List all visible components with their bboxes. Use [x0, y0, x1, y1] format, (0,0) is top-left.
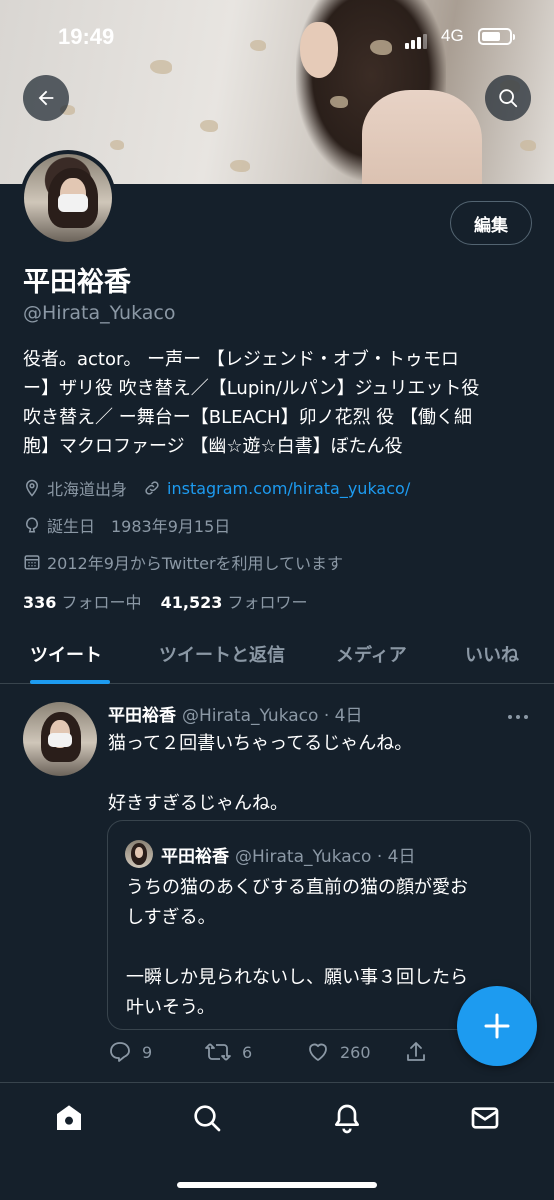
like-button[interactable]: 260 [306, 1040, 371, 1064]
nav-search-icon [194, 1105, 221, 1132]
follow-stats: 336 フォロー中 41,523 フォロワー [23, 589, 307, 613]
nav-search-button[interactable] [190, 1101, 224, 1135]
quoted-tweet-header: 平田裕香 @Hirata_Yukaco · 4日 [161, 842, 415, 867]
following-link[interactable]: 336 フォロー中 [23, 593, 142, 612]
tweet-text-line: 好きすぎるじゃんね。 [108, 793, 288, 814]
status-time: 19:49 [58, 24, 115, 49]
bio-line: 胞】マクロファージ 【幽☆遊☆白書】ぼたん役 [23, 436, 403, 457]
retweet-count: 6 [242, 1042, 253, 1062]
compose-plus-icon [484, 1013, 510, 1039]
followers-link[interactable]: 41,523 フォロワー [161, 593, 308, 612]
following-count: 336 [23, 593, 57, 612]
like-icon [309, 1043, 327, 1061]
location-icon [25, 479, 39, 497]
profile-meta-location-link: 北海道出身 instagram.com/hirata_yukaco/ [23, 476, 410, 500]
reply-icon [110, 1042, 130, 1062]
quoted-tweet-avatar [125, 840, 153, 868]
bio-line: ー】ザリ役 吹き替え／【Lupin/ルパン】ジュリエット役 [23, 378, 480, 399]
calendar-icon [24, 555, 40, 570]
tweet-author-name[interactable]: 平田裕香 [108, 706, 176, 726]
edit-profile-button[interactable]: 編集 [450, 201, 532, 245]
bio-line: 吹き替え／ ー舞台ー【BLEACH】卯ノ花烈 役 【働く細 [23, 407, 473, 428]
search-icon [499, 89, 518, 108]
tweet-header: 平田裕香 @Hirata_Yukaco · 4日 [108, 701, 362, 726]
profile-handle: @Hirata_Yukaco [23, 302, 176, 324]
nav-home-button[interactable] [52, 1101, 86, 1135]
back-button[interactable] [23, 75, 69, 121]
profile-name: 平田裕香 [23, 267, 131, 298]
nav-messages-button[interactable] [468, 1101, 502, 1135]
link-icon [145, 481, 159, 495]
bio-line: 役者。actor。 ー声ー 【レジェンド・オブ・トゥモロ [23, 349, 459, 370]
share-button[interactable] [404, 1040, 438, 1064]
profile-joined-row: 2012年9月からTwitterを利用しています [23, 550, 343, 574]
profile-birthday-row: 誕生日 1983年9月15日 [23, 513, 230, 537]
network-type: 4G [441, 26, 464, 45]
like-count: 260 [340, 1042, 371, 1062]
tab-likes[interactable]: いいね [465, 641, 519, 667]
quoted-author-handle-time: @Hirata_Yukaco · 4日 [235, 847, 416, 867]
home-icon [57, 1105, 81, 1130]
tweet-avatar[interactable] [23, 702, 97, 776]
profile-location: 北海道出身 [47, 480, 128, 499]
more-icon [508, 715, 528, 719]
following-label: フォロー中 [61, 593, 142, 612]
reply-count: 9 [142, 1042, 153, 1062]
home-indicator [177, 1182, 377, 1188]
retweet-icon [205, 1043, 231, 1061]
tweet-more-button[interactable] [507, 707, 529, 726]
profile-website-link[interactable]: instagram.com/hirata_yukaco/ [167, 479, 410, 498]
tab-tweets[interactable]: ツイート [30, 641, 102, 667]
nav-notifications-button[interactable] [330, 1101, 364, 1135]
status-bar: 19:49 4G [0, 0, 554, 70]
quoted-text-line: しすぎる。 [126, 907, 216, 928]
tweet-author-handle-time: @Hirata_Yukaco · 4日 [182, 706, 363, 726]
tweet-text-line: 猫って２回書いちゃってるじゃんね。 [108, 733, 413, 754]
reply-button[interactable]: 9 [108, 1040, 152, 1064]
tab-tweets-and-replies[interactable]: ツイートと返信 [159, 641, 285, 667]
search-button[interactable] [485, 75, 531, 121]
messages-icon [471, 1107, 499, 1129]
share-icon [407, 1042, 425, 1061]
compose-tweet-button[interactable] [457, 986, 537, 1066]
back-arrow-icon [38, 90, 54, 106]
quoted-tweet-text: うちの猫のあくびする直前の猫の顔が愛お しすぎる。 一瞬しか見られないし、願い事… [126, 873, 518, 1023]
tweet-text: 猫って２回書いちゃってるじゃんね。 好きすぎるじゃんね。 [108, 729, 528, 819]
profile-tabs: ツイート ツイートと返信 メディア いいね [0, 628, 554, 684]
quoted-text-line: うちの猫のあくびする直前の猫の顔が愛お [126, 877, 468, 898]
battery-icon [478, 28, 515, 45]
birthday-icon [25, 517, 39, 533]
notifications-icon [335, 1104, 359, 1134]
profile-avatar[interactable] [20, 150, 116, 246]
quoted-author-name: 平田裕香 [161, 847, 229, 867]
tab-media[interactable]: メディア [336, 641, 407, 667]
profile-joined-date: 2012年9月からTwitterを利用しています [47, 554, 344, 573]
active-tab-indicator [30, 680, 110, 684]
profile-birthday: 誕生日 1983年9月15日 [47, 517, 231, 536]
signal-icon [405, 30, 429, 49]
followers-label: フォロワー [227, 593, 308, 612]
quoted-text-line: 一瞬しか見られないし、願い事３回したら [126, 967, 468, 988]
retweet-button[interactable]: 6 [204, 1040, 252, 1064]
profile-bio: 役者。actor。 ー声ー 【レジェンド・オブ・トゥモロ ー】ザリ役 吹き替え／… [23, 345, 533, 461]
followers-count: 41,523 [160, 593, 223, 612]
